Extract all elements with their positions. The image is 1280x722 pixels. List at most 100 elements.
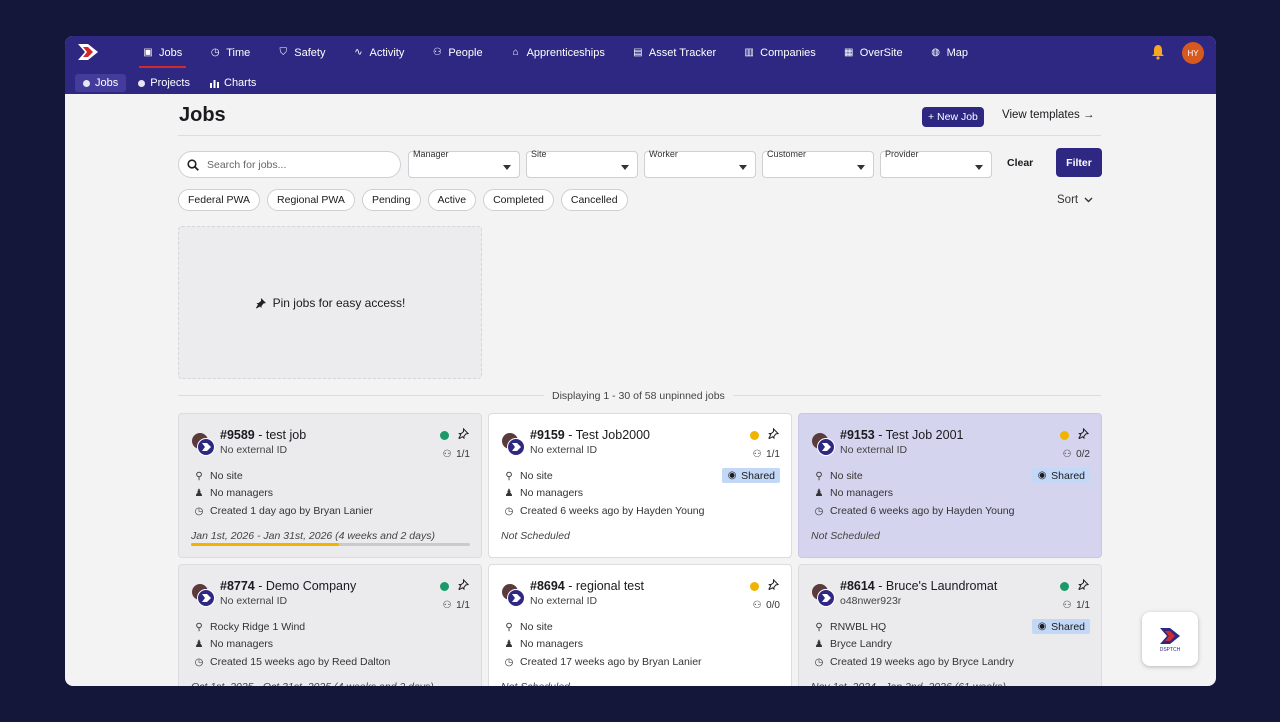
nav-item-jobs[interactable]: ▣ Jobs xyxy=(129,36,196,70)
filter-chip[interactable]: Cancelled xyxy=(560,189,628,211)
clock-icon: ◷ xyxy=(504,505,514,517)
pin-icon[interactable] xyxy=(458,579,469,590)
pin-icon[interactable] xyxy=(1078,579,1089,590)
nav-item-label: OverSite xyxy=(859,47,903,59)
clock-icon: ◷ xyxy=(194,505,204,517)
job-title[interactable]: #8774 - Demo Company xyxy=(220,579,356,593)
nav-item-asset-tracker[interactable]: ▤ Asset Tracker xyxy=(619,36,730,70)
chevron-down-icon xyxy=(975,165,983,170)
clear-button[interactable]: Clear xyxy=(1007,157,1033,169)
nav-item-map[interactable]: ◍ Map xyxy=(917,36,982,70)
dsptch-logo-icon[interactable] xyxy=(76,42,100,62)
location-pin-icon: ⚲ xyxy=(195,470,203,482)
external-id: No external ID xyxy=(840,444,908,456)
managers-row: ♟ No managers xyxy=(194,487,274,499)
filter-chip[interactable]: Regional PWA xyxy=(267,189,355,211)
schedule-text: Nov 1st, 2024 - Jan 2nd, 2026 (61 weeks) xyxy=(811,681,1006,686)
worker-count: ⚇ 0/2 xyxy=(1062,449,1090,460)
sort-dropdown[interactable]: Sort xyxy=(1057,194,1093,206)
job-number: #9589 xyxy=(220,428,255,442)
nav-item-safety[interactable]: ⛉ Safety xyxy=(264,36,339,70)
clock-icon: ◷ xyxy=(504,656,514,668)
pin-icon[interactable] xyxy=(768,579,779,590)
bell-icon[interactable] xyxy=(1150,44,1166,60)
job-title[interactable]: #9159 - Test Job2000 xyxy=(530,428,650,442)
site-value: No site xyxy=(830,470,863,482)
job-card[interactable]: #8694 - regional test No external ID ⚇ 0/0 ⚲… xyxy=(488,564,792,686)
pin-icon[interactable] xyxy=(768,428,779,439)
job-card[interactable]: #8614 - Bruce's Laundromat o48nwer923r ⚇ 1/… xyxy=(798,564,1102,686)
filter-chip[interactable]: Completed xyxy=(483,189,554,211)
dot-icon xyxy=(83,79,90,87)
asset-icon: ▤ xyxy=(633,47,643,58)
nav-item-time[interactable]: ◷ Time xyxy=(196,36,264,70)
job-card[interactable]: #9153 - Test Job 2001 No external ID ⚇ 0/2 ◉… xyxy=(798,413,1102,558)
site-row: ⚲ No site xyxy=(504,470,552,482)
subnav-projects-label: Projects xyxy=(150,77,190,89)
filter-chip[interactable]: Federal PWA xyxy=(178,189,261,211)
status-dot-icon xyxy=(1060,431,1069,440)
created-row: ◷ Created 1 day ago by Bryan Lanier xyxy=(194,505,373,517)
nav-item-companies[interactable]: ▥ Companies xyxy=(730,36,830,70)
job-title[interactable]: #8694 - regional test xyxy=(530,579,644,593)
nav-item-people[interactable]: ⚇ People xyxy=(418,36,496,70)
shared-label: Shared xyxy=(1051,469,1085,482)
job-card[interactable]: #8774 - Demo Company No external ID ⚇ 1/1 ⚲ R… xyxy=(178,564,482,686)
eye-icon: ◉ xyxy=(1037,621,1047,632)
displaying-count: Displaying 1 - 30 of 58 unpinned jobs xyxy=(544,390,733,402)
job-title[interactable]: #9153 - Test Job 2001 xyxy=(840,428,963,442)
worker-count: ⚇ 1/1 xyxy=(442,600,470,611)
filter-chip[interactable]: Pending xyxy=(361,189,421,211)
location-pin-icon: ⚲ xyxy=(815,621,823,633)
graduation-cap-icon: ⌂ xyxy=(512,47,519,58)
user-icon: ♟ xyxy=(504,638,514,650)
filter-button[interactable]: Filter xyxy=(1056,148,1102,177)
filter-chip[interactable]: Active xyxy=(427,189,477,211)
divider xyxy=(178,135,1101,136)
search-placeholder: Search for jobs... xyxy=(207,158,287,171)
subnav-jobs[interactable]: Jobs xyxy=(75,74,127,92)
nav-item-apprenticeships[interactable]: ⌂ Apprenticeships xyxy=(497,36,619,70)
job-card[interactable]: #9589 - test job No external ID ⚇ 1/1 ⚲ No si… xyxy=(178,413,482,558)
nav-item-label: Companies xyxy=(760,47,816,59)
created-value: Created 15 weeks ago by Reed Dalton xyxy=(210,656,391,668)
view-templates-link[interactable]: View templates → xyxy=(1002,109,1094,121)
job-title[interactable]: #8614 - Bruce's Laundromat xyxy=(840,579,997,593)
pin-icon[interactable] xyxy=(1078,428,1089,439)
site-row: ⚲ Rocky Ridge 1 Wind xyxy=(194,621,305,633)
job-name: - Bruce's Laundromat xyxy=(874,579,998,593)
schedule-progress-fill xyxy=(191,543,339,546)
site-row: ⚲ No site xyxy=(504,621,552,633)
nav-item-activity[interactable]: ∿ Activity xyxy=(339,36,418,70)
subnav-charts[interactable]: Charts xyxy=(202,74,264,92)
search-input[interactable]: Search for jobs... xyxy=(178,151,401,178)
subnav-projects[interactable]: Projects xyxy=(130,74,198,92)
dsptch-help-button[interactable]: DSPTCH xyxy=(1142,612,1198,666)
schedule-text: Not Scheduled xyxy=(501,681,570,686)
managers-row: ♟ No managers xyxy=(814,487,894,499)
clock-icon: ◷ xyxy=(210,47,220,58)
job-card[interactable]: #9159 - Test Job2000 No external ID ⚇ 1/1 ◉ S… xyxy=(488,413,792,558)
dsptch-logo-icon xyxy=(1160,627,1180,644)
activity-icon: ∿ xyxy=(354,47,363,58)
created-row: ◷ Created 15 weeks ago by Reed Dalton xyxy=(194,656,391,668)
site-row: ⚲ No site xyxy=(814,470,863,482)
nav-item-label: Asset Tracker xyxy=(648,47,717,59)
user-icon: ♟ xyxy=(194,487,204,499)
user-icon: ♟ xyxy=(194,638,204,650)
external-id: o48nwer923r xyxy=(840,595,902,607)
clock-icon: ◷ xyxy=(814,505,824,517)
pin-icon[interactable] xyxy=(458,428,469,439)
job-title[interactable]: #9589 - test job xyxy=(220,428,306,442)
worker-label: Worker xyxy=(649,149,678,159)
user-avatar[interactable]: HY xyxy=(1182,42,1204,64)
nav-item-oversite[interactable]: ▦ OverSite xyxy=(830,36,917,70)
created-row: ◷ Created 17 weeks ago by Bryan Lanier xyxy=(504,656,702,668)
managers-row: ♟ No managers xyxy=(504,487,584,499)
people-icon: ⚇ xyxy=(442,600,452,611)
new-job-button[interactable]: + New Job xyxy=(922,107,984,127)
worker-count: ⚇ 1/1 xyxy=(752,449,780,460)
status-dot-icon xyxy=(750,431,759,440)
worker-count-value: 1/1 xyxy=(766,449,780,460)
app-window: ▣ Jobs ◷ Time ⛉ Safety ∿ Activity ⚇ People ⌂ Appren… xyxy=(65,36,1216,686)
